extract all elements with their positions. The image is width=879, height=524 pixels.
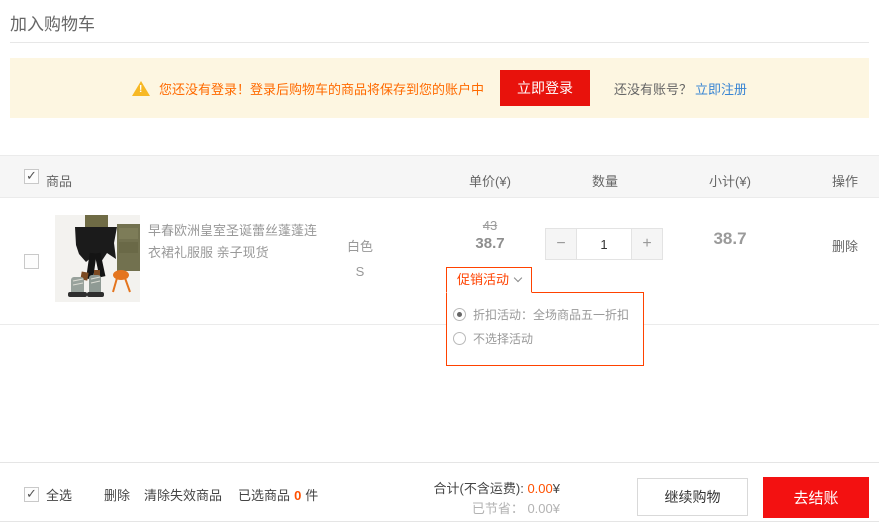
column-header-action: 操作 <box>815 171 875 190</box>
original-price: 43 <box>450 218 530 233</box>
quantity-decrease-button[interactable]: − <box>545 228 577 260</box>
selected-count: 0 <box>294 488 301 503</box>
page-title: 加入购物车 <box>10 10 95 35</box>
select-all-header-checkbox[interactable] <box>24 169 39 184</box>
login-warning-message: 您还没有登录！登录后购物车的商品将保存到您的账户中 <box>159 79 484 98</box>
login-banner: 您还没有登录！登录后购物车的商品将保存到您的账户中 立即登录 还没有账号？ 立即… <box>10 58 869 118</box>
continue-shopping-button[interactable]: 继续购物 <box>637 478 748 516</box>
promotion-label: 促销活动 <box>457 272 509 287</box>
footer-totals: 合计(不含运费): 0.00¥ 已节省： 0.00¥ <box>320 479 560 519</box>
selected-label: 已选商品 <box>238 488 290 503</box>
login-button[interactable]: 立即登录 <box>500 70 590 106</box>
promotion-dropdown-panel: 折扣活动：全场商品五一折扣 不选择活动 <box>446 292 644 366</box>
item-subtotal: 38.7 <box>690 229 770 249</box>
promotion-option-label: 折扣活动：全场商品五一折扣 <box>473 306 629 323</box>
quantity-increase-button[interactable]: + <box>631 228 663 260</box>
checkout-button[interactable]: 去结账 <box>763 477 869 518</box>
warning-icon <box>132 81 150 96</box>
current-price: 38.7 <box>450 235 530 252</box>
item-delete-link[interactable]: 删除 <box>815 236 875 255</box>
cart-table-header: 商品 单价(¥) 数量 小计(¥) 操作 <box>0 155 879 198</box>
variant-color: 白色 <box>330 234 390 259</box>
promotion-option-discount[interactable]: 折扣活动：全场商品五一折扣 <box>453 306 635 323</box>
selected-unit: 件 <box>305 488 318 503</box>
chevron-down-icon <box>514 274 522 282</box>
saved-label: 已节省： <box>472 501 524 516</box>
total-label: 合计(不含运费): <box>434 481 524 496</box>
cart-footer-bar: 全选 删除 清除失效商品 已选商品 0件 合计(不含运费): 0.00¥ 已节省：… <box>0 462 879 522</box>
footer-delete-link[interactable]: 删除 <box>104 485 130 504</box>
divider <box>10 42 869 43</box>
select-all-footer-checkbox[interactable] <box>24 487 39 502</box>
clear-invalid-link[interactable]: 清除失效商品 <box>144 485 222 504</box>
column-header-product: 商品 <box>46 171 72 190</box>
currency-symbol: ¥ <box>553 501 560 516</box>
column-header-unit-price: 单价(¥) <box>450 171 530 190</box>
total-line: 合计(不含运费): 0.00¥ <box>320 479 560 499</box>
column-header-quantity: 数量 <box>565 171 645 190</box>
total-value: 0.00 <box>527 481 552 496</box>
price-block: 43 38.7 <box>450 218 530 252</box>
footer-left-actions: 全选 删除 清除失效商品 已选商品 0件 <box>24 485 318 504</box>
product-variant: 白色 S <box>330 234 390 284</box>
product-title[interactable]: 早春欧洲皇室圣诞蕾丝蓬蓬连衣裙礼服服 亲子现货 <box>148 220 326 264</box>
variant-size: S <box>330 259 390 284</box>
saved-value: 0.00 <box>527 501 552 516</box>
no-account-text: 还没有账号？ <box>614 79 692 98</box>
register-link[interactable]: 立即注册 <box>695 79 747 98</box>
product-image[interactable] <box>55 215 140 302</box>
radio-unselected-icon[interactable] <box>453 332 466 345</box>
currency-symbol: ¥ <box>553 481 560 496</box>
item-checkbox[interactable] <box>24 254 39 269</box>
radio-selected-icon[interactable] <box>453 308 466 321</box>
quantity-input[interactable] <box>577 228 631 260</box>
promotion-dropdown-toggle[interactable]: 促销活动 <box>446 267 532 293</box>
selected-count-label: 已选商品 0件 <box>238 485 318 504</box>
saved-line: 已节省： 0.00¥ <box>320 499 560 519</box>
column-header-subtotal: 小计(¥) <box>690 171 770 190</box>
cart-item-row: 早春欧洲皇室圣诞蕾丝蓬蓬连衣裙礼服服 亲子现货 白色 S 43 38.7 − +… <box>0 198 879 325</box>
promotion-option-label: 不选择活动 <box>473 330 533 347</box>
select-all-label[interactable]: 全选 <box>46 485 72 504</box>
promotion-option-none[interactable]: 不选择活动 <box>453 330 635 347</box>
quantity-stepper: − + <box>545 228 663 260</box>
